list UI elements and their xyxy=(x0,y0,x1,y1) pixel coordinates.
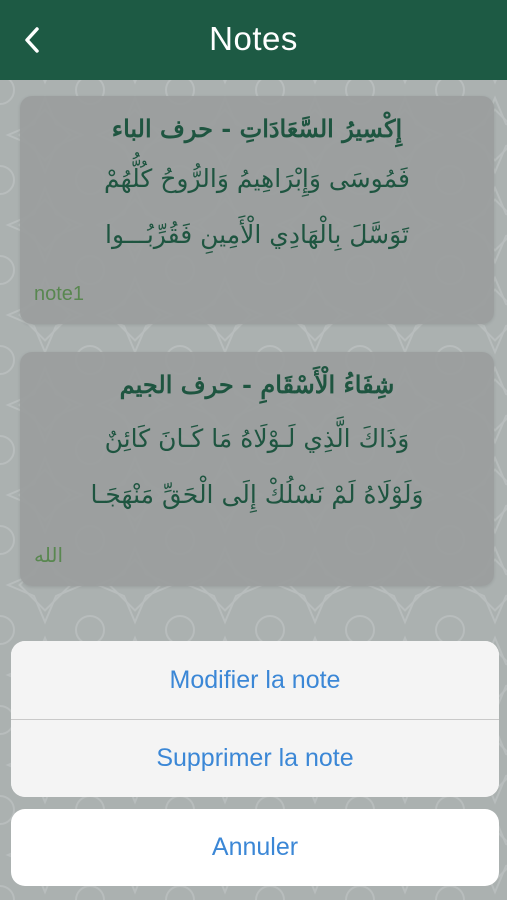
navigation-bar: Notes xyxy=(0,0,507,80)
cancel-button[interactable]: Annuler xyxy=(11,809,499,886)
modify-note-button[interactable]: Modifier la note xyxy=(11,641,499,719)
page-title: Notes xyxy=(209,20,298,57)
delete-note-button[interactable]: Supprimer la note xyxy=(11,719,499,797)
action-sheet: Modifier la note Supprimer la note xyxy=(11,641,499,797)
